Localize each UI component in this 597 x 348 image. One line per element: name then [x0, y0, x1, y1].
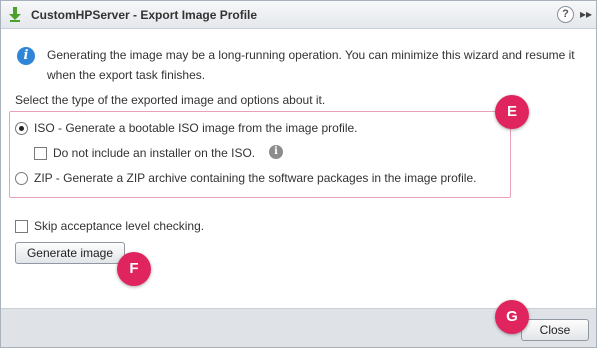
zip-option-label: ZIP - Generate a ZIP archive containing …	[34, 171, 477, 185]
title-bar: CustomHPServer - Export Image Profile ? …	[1, 1, 596, 29]
skip-acceptance-label: Skip acceptance level checking.	[34, 219, 205, 233]
expand-button[interactable]: ▸▸	[578, 6, 594, 23]
iso-option-label: ISO - Generate a bootable ISO image from…	[34, 121, 358, 135]
export-arrow-icon	[9, 7, 21, 22]
help-button[interactable]: ?	[557, 6, 574, 23]
no-installer-option[interactable]: Do not include an installer on the ISO.	[34, 146, 255, 160]
callout-marker-f: F	[117, 252, 151, 286]
skip-acceptance-option[interactable]: Skip acceptance level checking.	[15, 219, 204, 233]
callout-marker-e: E	[495, 95, 529, 129]
no-installer-label: Do not include an installer on the ISO.	[53, 146, 256, 160]
installer-info-icon[interactable]: i	[269, 145, 283, 159]
callout-marker-g: G	[495, 300, 529, 334]
info-icon: i	[17, 47, 35, 65]
close-button[interactable]: Close	[521, 319, 589, 341]
zip-option[interactable]: ZIP - Generate a ZIP archive containing …	[15, 171, 476, 185]
export-image-profile-dialog: CustomHPServer - Export Image Profile ? …	[0, 0, 597, 348]
window-title: CustomHPServer - Export Image Profile	[31, 8, 258, 22]
zip-radio[interactable]	[15, 171, 28, 185]
no-installer-checkbox[interactable]	[34, 146, 47, 160]
iso-option[interactable]: ISO - Generate a bootable ISO image from…	[15, 121, 358, 135]
info-message: Generating the image may be a long-runni…	[47, 48, 575, 82]
iso-radio[interactable]	[15, 121, 28, 135]
export-type-label: Select the type of the exported image an…	[15, 93, 326, 107]
generate-image-button[interactable]: Generate image	[15, 242, 125, 264]
skip-acceptance-checkbox[interactable]	[15, 219, 28, 233]
